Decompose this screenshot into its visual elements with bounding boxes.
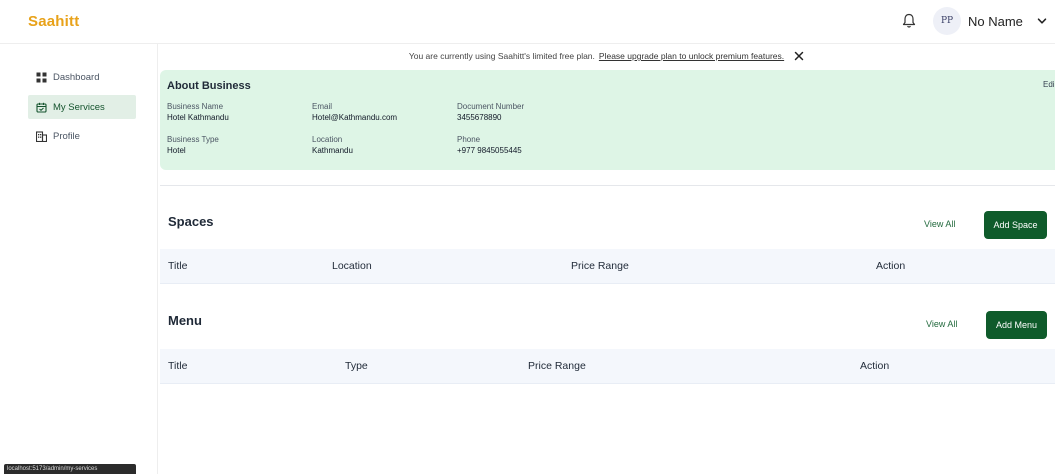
- close-icon[interactable]: [794, 51, 804, 61]
- add-space-button[interactable]: Add Space: [984, 211, 1047, 239]
- field-label: Phone: [457, 135, 481, 144]
- field-label: Business Type: [167, 135, 219, 144]
- spaces-table-header: Title Location Price Range Action: [160, 249, 1055, 284]
- calendar-icon: [36, 102, 47, 113]
- business-name-field: Business Name Hotel Kathmandu: [167, 101, 229, 123]
- about-business-title: About Business: [167, 80, 251, 92]
- column-header: Type: [345, 360, 368, 372]
- location-field: Location Kathmandu: [312, 134, 353, 156]
- chevron-down-icon[interactable]: [1036, 15, 1048, 27]
- spaces-view-all-link[interactable]: View All: [924, 219, 955, 229]
- sidebar-item-label: Profile: [53, 130, 80, 142]
- document-number-field: Document Number 3455678890: [457, 101, 524, 123]
- banner-text: You are currently using Saahitt's limite…: [408, 51, 595, 61]
- column-header: Price Range: [528, 360, 586, 372]
- section-divider: [160, 185, 1055, 186]
- grid-icon: [36, 72, 47, 82]
- sidebar-item-label: Dashboard: [53, 71, 100, 83]
- sidebar-item-dashboard[interactable]: Dashboard: [28, 65, 136, 89]
- column-header: Action: [860, 360, 890, 372]
- phone-field: Phone +977 9845055445: [457, 134, 522, 156]
- field-value: +977 9845055445: [457, 146, 522, 155]
- sidebar-item-label: My Services: [53, 101, 105, 113]
- field-label: Location: [312, 135, 343, 144]
- field-value: Hotel: [167, 146, 186, 155]
- building-icon: [36, 130, 47, 142]
- column-header: Location: [332, 260, 372, 272]
- plan-banner: You are currently using Saahitt's limite…: [158, 44, 1055, 68]
- field-label: Document Number: [457, 102, 525, 111]
- top-bar: Saahitt PP No Name: [0, 0, 1055, 44]
- field-value: 3455678890: [457, 113, 502, 122]
- business-type-field: Business Type Hotel: [167, 134, 219, 156]
- field-label: Business Name: [167, 102, 224, 111]
- email-field: Email Hotel@Kathmandu.com: [312, 101, 397, 123]
- menu-view-all-link[interactable]: View All: [926, 319, 957, 329]
- field-value: Hotel@Kathmandu.com: [312, 113, 398, 122]
- spaces-title: Spaces: [168, 214, 214, 229]
- edit-link[interactable]: Edi: [1043, 80, 1055, 89]
- about-business-card: About Business Edi Business Name Hotel K…: [160, 70, 1055, 170]
- field-value: Hotel Kathmandu: [167, 113, 229, 122]
- avatar[interactable]: PP: [933, 7, 961, 35]
- menu-table-header: Title Type Price Range Action: [160, 349, 1055, 384]
- sidebar-item-my-services[interactable]: My Services: [28, 95, 136, 119]
- column-header: Action: [876, 260, 906, 272]
- field-value: Kathmandu: [312, 146, 353, 155]
- add-menu-button[interactable]: Add Menu: [986, 311, 1047, 339]
- menu-title: Menu: [168, 313, 202, 328]
- sidebar: Dashboard My Services Profile: [0, 44, 158, 474]
- username-label[interactable]: No Name: [968, 14, 1023, 29]
- status-url-tooltip: localhost:5173/admin/my-services: [4, 464, 136, 474]
- column-header: Title: [168, 360, 188, 372]
- column-header: Price Range: [571, 260, 629, 272]
- field-label: Email: [312, 102, 333, 111]
- upgrade-link[interactable]: Please upgrade plan to unlock premium fe…: [599, 51, 784, 61]
- bell-icon[interactable]: [902, 13, 916, 29]
- sidebar-item-profile[interactable]: Profile: [28, 124, 136, 148]
- column-header: Title: [168, 260, 188, 272]
- app-logo[interactable]: Saahitt: [28, 13, 79, 30]
